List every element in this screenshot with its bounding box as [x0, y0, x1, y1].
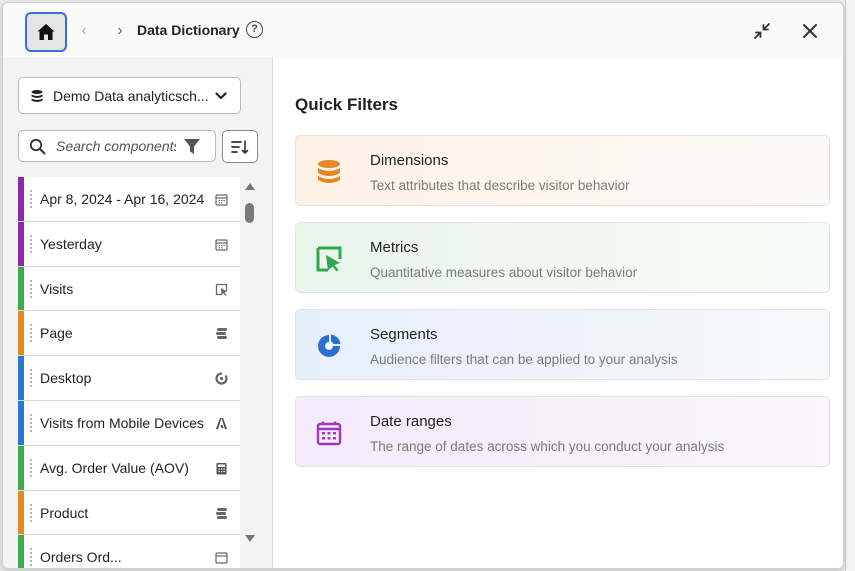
segment-color-bar [18, 356, 24, 400]
calendar-icon [215, 194, 228, 206]
component-list: Apr 8, 2024 - Apr 16, 2024 Yesterday Vis… [18, 177, 240, 568]
list-item-label: Avg. Order Value (AOV) [40, 459, 189, 476]
filter-icon[interactable] [183, 138, 201, 155]
home-icon [37, 24, 55, 40]
metric-color-bar [18, 266, 24, 311]
list-item[interactable]: Page [18, 311, 240, 357]
list-item-label: Apr 8, 2024 - Apr 16, 2024 [40, 191, 205, 207]
chevron-down-icon [215, 92, 227, 100]
list-item-label: Orders Ord... [40, 549, 122, 566]
data-source-dropdown[interactable]: Demo Data analyticsch... [18, 77, 241, 114]
home-button[interactable] [25, 12, 67, 52]
scroll-up-arrow-icon[interactable] [245, 183, 255, 190]
background-window-edge [845, 0, 855, 571]
list-item-label: Visits from Mobile Devices [40, 414, 204, 431]
sort-button[interactable] [222, 130, 258, 163]
search-components-field [18, 130, 216, 162]
list-item-label: Product [40, 504, 89, 521]
list-item[interactable]: Visits [18, 266, 240, 312]
list-item[interactable]: Desktop [18, 356, 240, 401]
list-item-label: Page [40, 325, 73, 342]
segment-icon [215, 372, 228, 385]
date-range-color-bar [18, 177, 24, 221]
adobe-icon [216, 417, 227, 429]
card-description: Audience filters that can be applied to … [370, 352, 678, 367]
drag-handle[interactable] [30, 458, 32, 477]
page-title: Data Dictionary [137, 22, 240, 38]
metrics-icon [316, 246, 342, 272]
drag-handle[interactable] [30, 190, 32, 208]
card-title: Date ranges [370, 413, 452, 430]
dimension-color-bar [18, 311, 24, 356]
scroll-thumb[interactable] [245, 203, 254, 223]
database-icon [318, 160, 340, 183]
list-item[interactable]: Apr 8, 2024 - Apr 16, 2024 [18, 177, 240, 222]
calendar-icon [215, 552, 228, 564]
card-title: Metrics [370, 239, 419, 256]
list-scrollbar[interactable] [243, 177, 257, 550]
data-source-label: Demo Data analyticsch... [53, 87, 209, 104]
quick-filters-pane: Quick Filters Dimensions Text attributes… [274, 57, 843, 568]
quick-filters-title: Quick Filters [295, 95, 398, 114]
drag-handle[interactable] [30, 413, 32, 432]
card-title: Dimensions [370, 152, 449, 169]
close-icon[interactable] [800, 21, 820, 41]
metrics-filter-card[interactable]: Metrics Quantitative measures about visi… [295, 222, 830, 293]
list-item[interactable]: Orders Ord... [18, 535, 240, 568]
forward-arrow-icon[interactable]: › [111, 21, 129, 41]
component-sidebar: Demo Data analyticsch... Search componen… [3, 57, 273, 568]
calculator-icon [216, 462, 227, 475]
date-ranges-filter-card[interactable]: Date ranges The range of dates across wh… [295, 396, 830, 467]
metric-color-bar [18, 445, 24, 490]
card-description: The range of dates across which you cond… [370, 439, 725, 454]
card-title: Segments [370, 326, 438, 343]
list-item[interactable]: Visits from Mobile Devices [18, 400, 240, 446]
calendar-icon [215, 239, 228, 251]
list-item[interactable]: Avg. Order Value (AOV) [18, 445, 240, 491]
drag-handle[interactable] [30, 279, 32, 298]
list-item[interactable]: Product [18, 490, 240, 536]
list-item-label: Yesterday [40, 235, 102, 252]
segments-icon [318, 334, 341, 357]
calendar-icon [316, 421, 342, 446]
metric-color-bar [18, 535, 24, 568]
scroll-down-arrow-icon[interactable] [245, 535, 255, 542]
sort-icon [231, 139, 249, 154]
date-range-color-bar [18, 221, 24, 266]
segments-filter-card[interactable]: Segments Audience filters that can be ap… [295, 309, 830, 380]
search-icon [29, 138, 46, 154]
list-item[interactable]: Yesterday [18, 221, 240, 267]
data-dictionary-panel: ‹ › Data Dictionary ? Demo Data analytic… [2, 2, 844, 569]
drag-handle[interactable] [30, 503, 32, 522]
drag-handle[interactable] [30, 548, 32, 567]
dimension-icon [216, 328, 227, 340]
list-item-label: Visits [40, 280, 74, 297]
dimension-icon [216, 507, 227, 519]
card-description: Quantitative measures about visitor beha… [370, 265, 638, 280]
help-icon[interactable]: ? [246, 21, 263, 38]
panel-header: ‹ › Data Dictionary ? [3, 3, 843, 57]
drag-handle[interactable] [30, 324, 32, 343]
database-icon [31, 89, 43, 102]
minimize-icon[interactable] [752, 21, 772, 41]
dimension-color-bar [18, 490, 24, 535]
list-item-label: Desktop [40, 370, 92, 387]
drag-handle[interactable] [30, 369, 32, 388]
drag-handle[interactable] [30, 234, 32, 253]
metric-icon [215, 283, 228, 296]
back-arrow-icon[interactable]: ‹ [75, 21, 93, 41]
search-input[interactable] [56, 138, 176, 154]
segment-color-bar [18, 400, 24, 445]
card-description: Text attributes that describe visitor be… [370, 178, 630, 193]
dimensions-filter-card[interactable]: Dimensions Text attributes that describe… [295, 135, 830, 206]
